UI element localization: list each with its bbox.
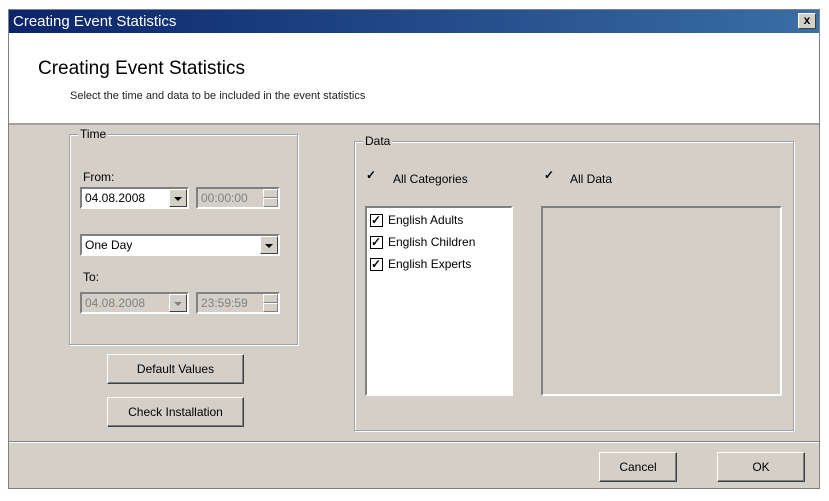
ok-button[interactable]: OK [717,452,805,482]
all-data-label: All Data [570,172,613,186]
period-select[interactable]: One Day [80,234,280,256]
close-button[interactable]: x [798,13,816,29]
check-icon: ✓ [544,168,555,182]
check-installation-button[interactable]: Check Installation [107,397,244,427]
data-list[interactable] [541,206,782,396]
from-time-spinner [263,189,278,207]
footer-divider [9,441,819,443]
from-date-dropdown-icon[interactable] [169,189,187,207]
from-time-field: 00:00:00 [196,187,280,209]
english-children-checkbox[interactable]: ✓ [370,235,383,249]
english-adults-label: English Adults [388,213,464,227]
from-date-value: 04.08.2008 [85,191,146,205]
default-values-button[interactable]: Default Values [107,354,244,384]
cancel-button[interactable]: Cancel [599,452,677,482]
window-title: Creating Event Statistics [13,13,177,30]
english-children-label: English Children [388,235,476,249]
english-experts-checkbox[interactable]: ✓ [370,257,383,271]
to-time-spinner [263,294,278,312]
to-time-field: 23:59:59 [196,292,280,314]
to-date-value: 04.08.2008 [85,296,146,310]
check-icon: ✓ [371,235,382,249]
check-icon: ✓ [371,257,382,271]
chevron-down-icon[interactable] [260,236,278,254]
data-group-label: Data [363,134,393,148]
page-subtitle: Select the time and data to be included … [70,90,366,102]
all-categories-checkbox[interactable]: ✓ [366,168,379,183]
from-date-picker[interactable]: 04.08.2008 [80,187,189,209]
to-date-picker: 04.08.2008 [80,292,189,314]
title-bar: Creating Event Statistics x [9,10,819,33]
check-icon: ✓ [371,213,382,227]
time-group-label: Time [78,127,109,141]
all-data-checkbox[interactable]: ✓ [544,168,557,183]
english-adults-checkbox[interactable]: ✓ [370,213,383,227]
page-title: Creating Event Statistics [38,58,245,79]
english-experts-label: English Experts [388,257,472,271]
check-icon: ✓ [366,168,377,182]
period-value: One Day [85,238,133,252]
from-time-value: 00:00:00 [201,191,248,205]
to-label: To: [83,270,100,284]
to-time-value: 23:59:59 [201,296,248,310]
header-panel: Creating Event Statistics Select the tim… [9,33,819,125]
categories-list[interactable]: ✓ English Adults ✓ English Children ✓ En… [365,206,513,396]
all-categories-label: All Categories [393,172,468,186]
from-label: From: [83,170,115,184]
dialog-window: Creating Event Statistics x Creating Eve… [8,9,820,489]
to-date-dropdown-icon [169,294,187,312]
